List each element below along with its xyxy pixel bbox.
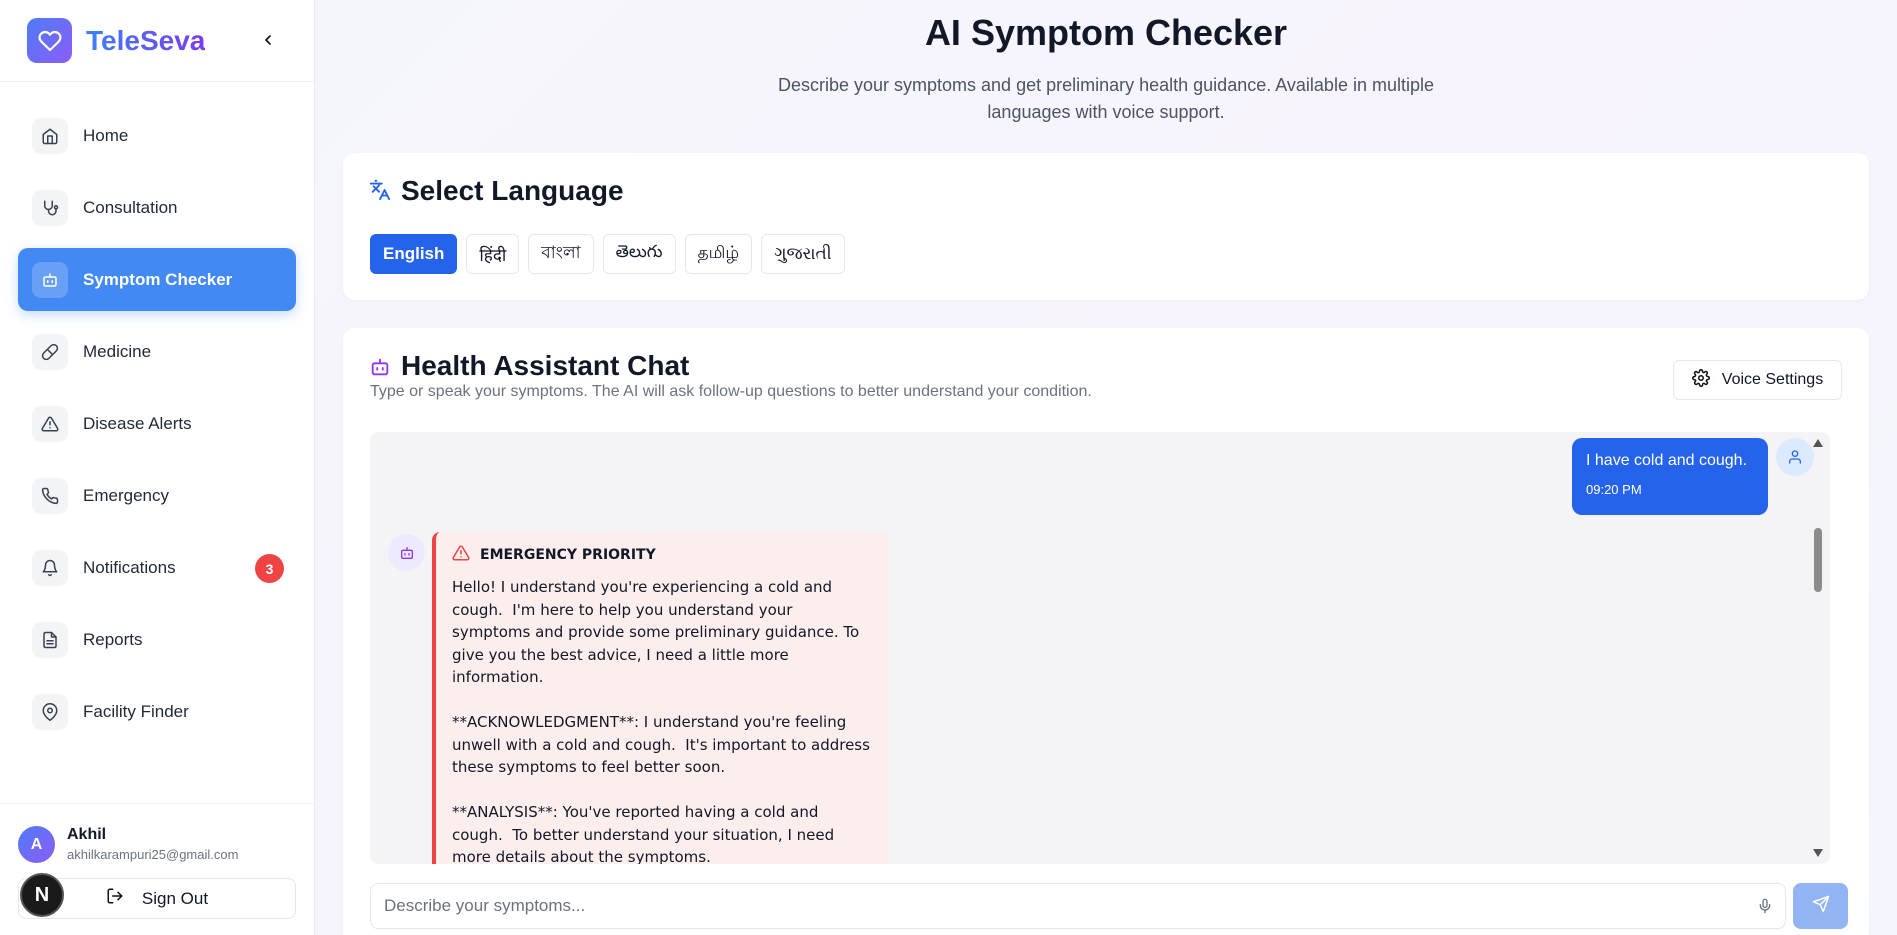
user-message-text: I have cold and cough.	[1586, 452, 1748, 469]
language-option-gujarati[interactable]: ગુજરાતી	[761, 234, 845, 274]
map-pin-icon	[32, 693, 68, 730]
chat-messages[interactable]: I have cold and cough. 09:20 PM EMERGENC…	[370, 432, 1830, 864]
sidebar-item-facility-finder[interactable]: Facility Finder	[18, 680, 296, 743]
language-card: Select Language English हिंदी বাংলা తెలు…	[343, 153, 1869, 300]
sidebar-item-emergency[interactable]: Emergency	[18, 464, 296, 527]
sidebar-item-disease-alerts[interactable]: Disease Alerts	[18, 392, 296, 455]
language-option-hindi[interactable]: हिंदी	[466, 234, 520, 274]
pill-icon	[32, 333, 68, 370]
heart-icon	[27, 18, 72, 63]
file-text-icon	[32, 621, 68, 658]
language-options: English हिंदी বাংলা తెలుగు தமிழ் ગુજરાતી	[370, 234, 845, 274]
sidebar-item-label: Home	[83, 125, 129, 145]
alert-triangle-icon	[452, 544, 470, 566]
next-logo-icon[interactable]: N	[20, 873, 64, 917]
chat-subtitle: Type or speak your symptoms. The AI will…	[370, 383, 1092, 400]
sidebar-item-label: Consultation	[83, 197, 178, 217]
sidebar-item-medicine[interactable]: Medicine	[18, 320, 296, 383]
home-icon	[32, 117, 68, 154]
bot-icon	[369, 356, 391, 383]
symptom-input[interactable]	[384, 896, 1745, 916]
bot-message: EMERGENCY PRIORITY Hello! I understand y…	[432, 532, 888, 864]
sidebar-item-reports[interactable]: Reports	[18, 608, 296, 671]
page-subtitle: Describe your symptoms and get prelimina…	[777, 75, 1434, 122]
sidebar-item-label: Disease Alerts	[83, 413, 192, 433]
language-option-english[interactable]: English	[370, 234, 458, 274]
sign-out-label: Sign Out	[141, 888, 209, 908]
chevron-left-icon[interactable]	[256, 28, 280, 52]
sidebar-item-home[interactable]: Home	[18, 104, 296, 167]
user-name: Akhil	[67, 826, 107, 843]
app-name: TeleSeva	[86, 24, 206, 56]
bell-icon	[32, 549, 68, 586]
alert-triangle-icon	[32, 405, 68, 442]
sidebar-item-label: Facility Finder	[83, 701, 189, 721]
user-avatar-icon	[1776, 438, 1814, 476]
sidebar-item-label: Emergency	[83, 485, 169, 505]
sidebar-item-symptom-checker[interactable]: Symptom Checker	[18, 248, 296, 311]
sidebar-item-label: Symptom Checker	[83, 269, 233, 289]
language-card-title: Select Language	[401, 175, 624, 206]
chat-scrollbar[interactable]	[1810, 432, 1826, 864]
sidebar-item-consultation[interactable]: Consultation	[18, 176, 296, 239]
bot-message-text: Hello! I understand you're experiencing …	[452, 578, 870, 864]
user-message-time: 09:20 PM	[1586, 482, 1642, 497]
sidebar-item-label: Medicine	[83, 341, 152, 361]
chat-card-title: Health Assistant Chat	[401, 350, 690, 381]
user-message: I have cold and cough. 09:20 PM	[1572, 438, 1768, 515]
scroll-up-arrow-icon[interactable]	[1812, 438, 1824, 448]
user-email: akhilkarampuri25@gmail.com	[67, 847, 239, 862]
language-option-tamil[interactable]: தமிழ்	[684, 234, 753, 274]
avatar: A	[18, 826, 55, 863]
voice-settings-label: Voice Settings	[1721, 371, 1824, 388]
bot-icon	[32, 261, 68, 298]
scroll-thumb[interactable]	[1814, 528, 1822, 592]
sidebar: TeleSeva Home Consultation Symptom Check…	[0, 0, 315, 935]
scroll-down-arrow-icon[interactable]	[1812, 848, 1824, 858]
stethoscope-icon	[32, 189, 68, 226]
page-title: AI Symptom Checker	[924, 12, 1288, 53]
main-content: AI Symptom Checker Describe your symptom…	[315, 0, 1897, 935]
language-option-telugu[interactable]: తెలుగు	[602, 234, 676, 274]
sidebar-nav: Home Consultation Symptom Checker Medici…	[18, 104, 296, 752]
gear-icon	[1691, 368, 1710, 392]
chat-card: Health Assistant Chat Type or speak your…	[343, 328, 1869, 935]
symptom-input-box	[370, 883, 1786, 929]
notification-count-badge: 3	[255, 554, 284, 583]
phone-icon	[32, 477, 68, 514]
priority-label: EMERGENCY PRIORITY	[452, 544, 872, 566]
language-option-bengali[interactable]: বাংলা	[528, 234, 594, 274]
sidebar-item-notifications[interactable]: Notifications 3	[18, 536, 296, 599]
microphone-icon[interactable]	[1745, 897, 1785, 915]
languages-icon	[369, 179, 391, 206]
brand-header: TeleSeva	[0, 0, 314, 82]
log-out-icon	[106, 887, 124, 910]
bot-avatar-icon	[388, 534, 425, 571]
send-button[interactable]	[1793, 883, 1848, 929]
sidebar-item-label: Notifications	[83, 557, 176, 577]
send-icon	[1812, 895, 1830, 918]
voice-settings-button[interactable]: Voice Settings	[1673, 360, 1842, 400]
sidebar-item-label: Reports	[83, 629, 143, 649]
priority-text: EMERGENCY PRIORITY	[480, 547, 656, 563]
